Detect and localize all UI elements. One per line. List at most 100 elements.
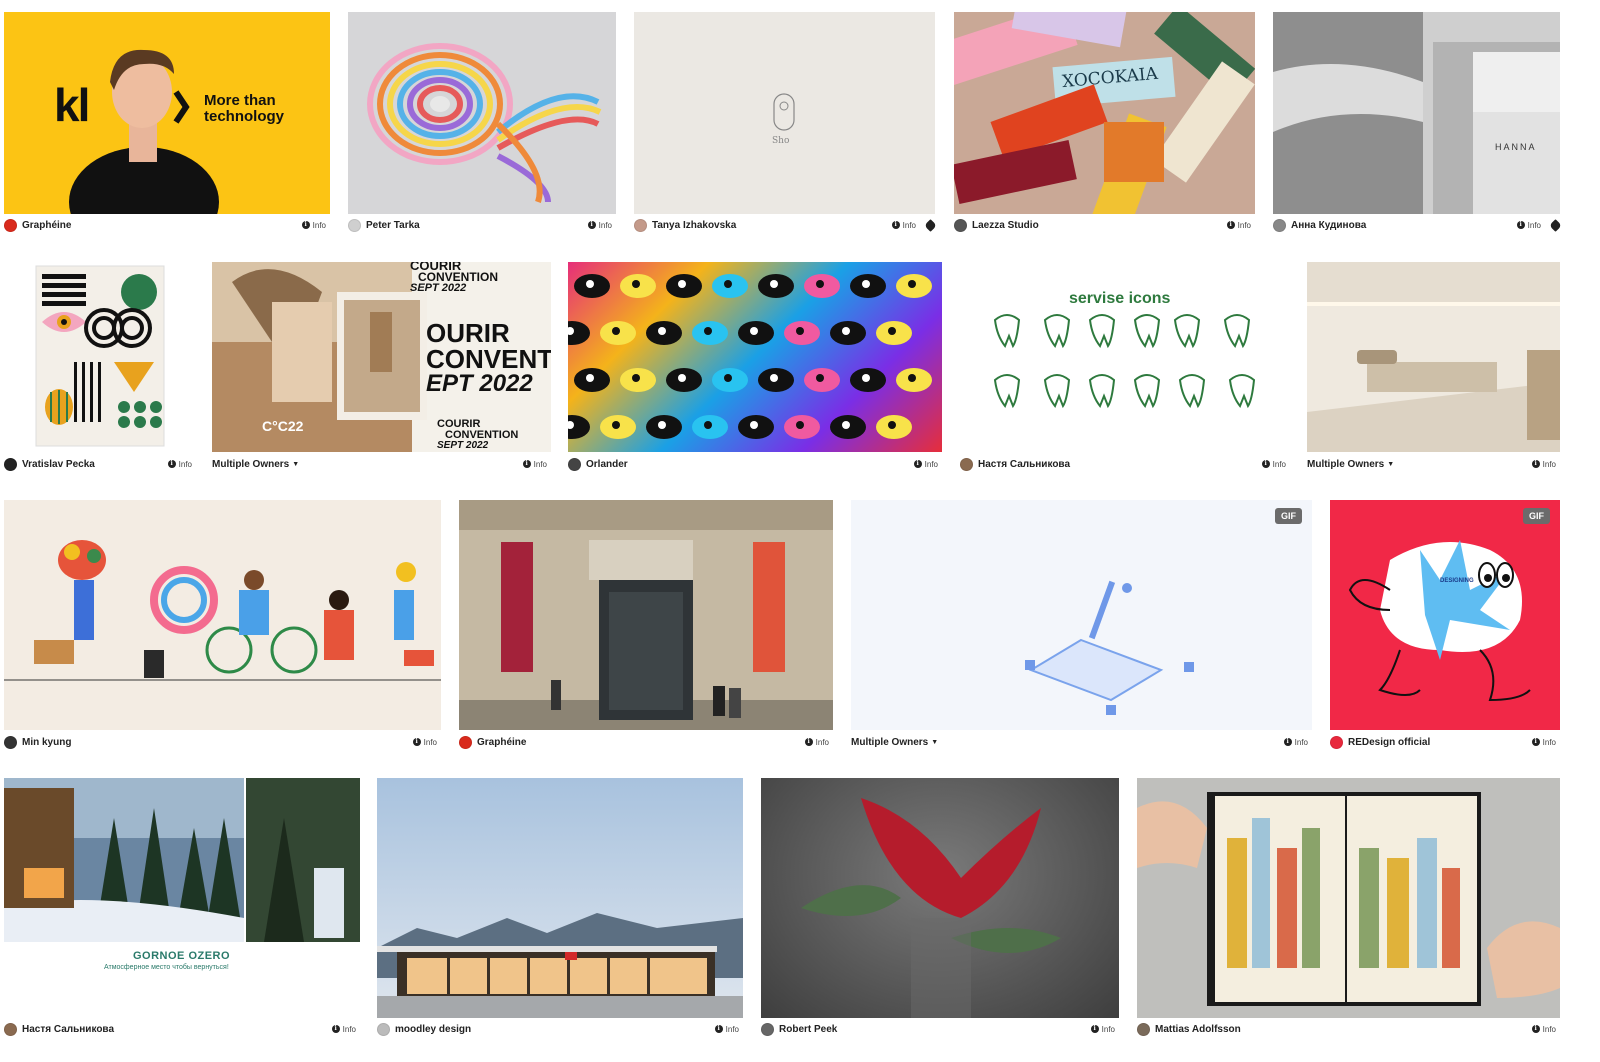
info-label: Info xyxy=(1294,737,1308,747)
project-card[interactable]: DESIGNING GIF REDesign official i Info xyxy=(1330,500,1560,752)
owner-name[interactable]: Orlander xyxy=(586,459,628,470)
project-card[interactable]: HANNA Анна Кудинова i Info xyxy=(1273,12,1562,236)
project-card[interactable]: Min kyung i Info xyxy=(4,500,441,752)
owner-name[interactable]: moodley design xyxy=(395,1024,471,1035)
info-button[interactable]: i Info xyxy=(714,1025,739,1034)
bubble-text: DESIGNING xyxy=(1440,578,1474,584)
project-thumbnail[interactable] xyxy=(4,500,441,730)
avatar[interactable] xyxy=(568,457,581,471)
info-button[interactable]: i Info xyxy=(1531,737,1556,747)
avatar[interactable] xyxy=(634,218,647,232)
owner-name[interactable]: Min kyung xyxy=(22,737,71,748)
info-button[interactable]: i Info xyxy=(1531,460,1556,469)
project-thumbnail[interactable] xyxy=(1307,262,1560,452)
avatar[interactable] xyxy=(4,735,17,749)
project-thumbnail[interactable]: COURIR CONVENTION SEPT 2022 OURIR CONVEN… xyxy=(212,262,551,452)
tag-icon[interactable] xyxy=(1549,218,1562,232)
project-thumbnail[interactable]: XOCOKAIA xyxy=(954,12,1255,214)
chevron-down-icon[interactable]: ▼ xyxy=(931,739,938,746)
info-button[interactable]: i Info xyxy=(522,460,547,469)
card-meta: Multiple Owners ▼ i Info xyxy=(212,455,551,473)
chevron-down-icon[interactable]: ▼ xyxy=(1387,461,1394,468)
info-button[interactable]: i Info xyxy=(1283,737,1308,747)
owner-name[interactable]: Graphéine xyxy=(477,737,526,748)
project-card[interactable]: COURIR CONVENTION SEPT 2022 OURIR CONVEN… xyxy=(212,262,551,474)
info-icon: i xyxy=(331,1025,340,1033)
project-thumbnail[interactable]: servise icons xyxy=(960,262,1290,452)
project-card[interactable]: Peter Tarka i Info xyxy=(348,12,616,236)
project-thumbnail[interactable]: DESIGNING GIF xyxy=(1330,500,1560,730)
info-label: Info xyxy=(1542,737,1556,747)
info-button[interactable]: i Info xyxy=(1516,221,1541,230)
heading-text: servise icons xyxy=(1069,290,1171,307)
tag-icon[interactable] xyxy=(924,218,937,232)
owner-name[interactable]: Mattias Adolfsson xyxy=(1155,1024,1241,1035)
info-button[interactable]: i Info xyxy=(1090,1025,1115,1034)
project-card[interactable]: XOCOKAIA Laezza Studio i Info xyxy=(954,12,1255,236)
info-button[interactable]: i Info xyxy=(1531,1025,1556,1034)
project-thumbnail[interactable] xyxy=(1137,778,1560,1018)
card-meta: moodley design i Info xyxy=(377,1020,743,1038)
owner-name[interactable]: Multiple Owners xyxy=(212,459,289,470)
owner-name[interactable]: Peter Tarka xyxy=(366,220,420,231)
project-card[interactable]: Sho Tanya Izhakovska i Info xyxy=(634,12,937,236)
thumbnail-image xyxy=(1307,262,1560,452)
project-card[interactable]: Graphéine i Info xyxy=(459,500,833,752)
chevron-down-icon[interactable]: ▼ xyxy=(292,461,299,468)
avatar[interactable] xyxy=(4,457,17,471)
project-card[interactable]: moodley design i Info xyxy=(377,778,743,1040)
project-thumbnail[interactable]: Sho xyxy=(634,12,935,214)
info-button[interactable]: i Info xyxy=(804,738,829,747)
avatar[interactable] xyxy=(4,1022,17,1036)
project-thumbnail[interactable]: kl More than technology xyxy=(4,12,330,214)
project-thumbnail[interactable] xyxy=(459,500,833,730)
project-thumbnail[interactable] xyxy=(377,778,743,1018)
avatar[interactable] xyxy=(954,218,967,232)
owner-name[interactable]: Vratislav Pecka xyxy=(22,459,95,470)
avatar[interactable] xyxy=(1137,1022,1150,1036)
project-thumbnail[interactable] xyxy=(761,778,1119,1018)
project-thumbnail[interactable] xyxy=(348,12,616,214)
owner-name[interactable]: Настя Сальникова xyxy=(978,459,1070,470)
project-card[interactable]: Mattias Adolfsson i Info xyxy=(1137,778,1560,1040)
avatar[interactable] xyxy=(1273,218,1286,232)
owner-name[interactable]: Multiple Owners xyxy=(1307,459,1384,470)
owner-name[interactable]: Tanya Izhakovska xyxy=(652,220,736,231)
info-button[interactable]: i Info xyxy=(1261,460,1286,469)
project-card[interactable]: servise icons Настя Сальникова i Info xyxy=(960,262,1290,474)
avatar[interactable] xyxy=(1330,735,1343,749)
info-button[interactable]: i Info xyxy=(167,460,192,469)
project-thumbnail[interactable] xyxy=(4,262,196,452)
project-card[interactable]: GORNOE OZERO Атмосферное место чтобы вер… xyxy=(4,778,360,1040)
owner-name[interactable]: Настя Сальникова xyxy=(22,1024,114,1035)
info-button[interactable]: i Info xyxy=(587,221,612,230)
avatar[interactable] xyxy=(761,1022,774,1036)
avatar[interactable] xyxy=(4,218,17,232)
project-thumbnail[interactable]: GIF xyxy=(851,500,1312,730)
owner-name[interactable]: Robert Peek xyxy=(779,1024,837,1035)
project-card[interactable]: Robert Peek i Info xyxy=(761,778,1119,1040)
project-card[interactable]: Orlander i Info xyxy=(568,262,942,474)
info-button[interactable]: i Info xyxy=(412,738,437,747)
info-button[interactable]: i Info xyxy=(331,1025,356,1034)
avatar[interactable] xyxy=(459,735,472,749)
project-card[interactable]: GIF Multiple Owners ▼ i Info xyxy=(851,500,1312,752)
info-button[interactable]: i Info xyxy=(913,460,938,469)
owner-name[interactable]: Graphéine xyxy=(22,220,71,231)
project-thumbnail[interactable]: HANNA xyxy=(1273,12,1560,214)
avatar[interactable] xyxy=(960,457,973,471)
owner-name[interactable]: Multiple Owners xyxy=(851,737,928,748)
owner-name[interactable]: Laezza Studio xyxy=(972,220,1039,231)
owner-name[interactable]: Анна Кудинова xyxy=(1291,220,1366,231)
project-card[interactable]: Vratislav Pecka i Info xyxy=(4,262,196,474)
avatar[interactable] xyxy=(348,218,361,232)
project-thumbnail[interactable] xyxy=(568,262,942,452)
info-button[interactable]: i Info xyxy=(301,221,326,230)
info-button[interactable]: i Info xyxy=(891,221,916,230)
project-card[interactable]: Multiple Owners ▼ i Info xyxy=(1307,262,1560,474)
avatar[interactable] xyxy=(377,1022,390,1036)
project-card[interactable]: kl More than technology Graphéine i Info xyxy=(4,12,330,236)
owner-name[interactable]: REDesign official xyxy=(1348,737,1430,748)
project-thumbnail[interactable]: GORNOE OZERO Атмосферное место чтобы вер… xyxy=(4,778,360,1018)
info-button[interactable]: i Info xyxy=(1226,221,1251,230)
